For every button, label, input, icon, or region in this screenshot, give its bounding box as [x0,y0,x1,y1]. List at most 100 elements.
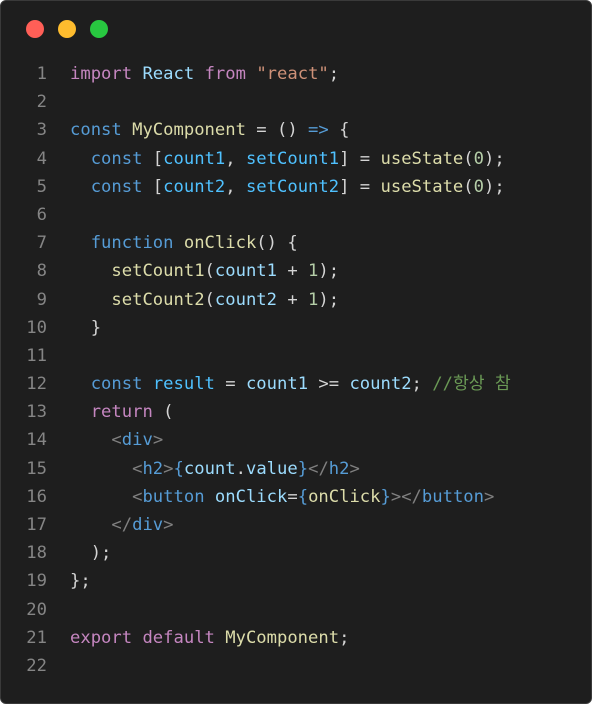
code-text: ); [70,539,112,567]
code-token: useState [380,148,464,169]
code-token: ( [204,289,215,310]
code-token: const [70,120,122,141]
code-line: 2 [1,88,591,116]
code-token: default [142,627,215,648]
code-token: useState [380,176,464,197]
code-text: const MyComponent = () => { [70,116,349,144]
line-number: 5 [36,176,47,197]
code-token: setCount1 [111,261,205,282]
line-number: 4 [36,148,47,169]
line-number: 8 [36,261,47,282]
line-number: 22 [26,655,47,676]
code-token: count1 [245,374,309,395]
code-token: setCount1 [245,148,340,169]
line-number: 7 [36,233,47,254]
line-number: 6 [36,204,47,225]
code-line: 12 const result = count1 >= count2; //항상… [1,370,591,398]
code-token: < [111,430,122,451]
code-token: } [297,458,309,479]
code-token: ; [328,64,340,84]
code-token: function [90,233,174,254]
zoom-button[interactable] [90,20,108,38]
line-number: 11 [26,345,47,366]
code-line: 15 <h2>{count.value}</h2> [1,455,591,483]
code-token: value [245,458,298,479]
line-number: 14 [26,430,47,451]
code-text: <div> [70,426,163,454]
code-token: const [90,176,143,197]
code-token: = [214,374,246,395]
code-line: 21 export default MyComponent; [1,624,591,652]
code-token: 0 [473,148,485,169]
code-token: > [152,430,164,451]
code-text: }; [70,567,91,595]
line-number: 21 [26,627,47,648]
code-token: ); [318,261,340,282]
close-button[interactable] [26,20,44,38]
line-number: 13 [26,402,47,423]
minimize-button[interactable] [58,20,76,38]
code-text: </div> [70,511,173,539]
code-token: { [173,458,184,479]
window-controls [26,20,108,38]
code-line: 22 [1,652,591,680]
code-token: , [225,176,246,197]
code-token: [ [142,148,164,169]
code-token: div [121,430,153,451]
code-token: ); [318,289,340,310]
code-text: setCount2(count2 + 1); [70,286,339,314]
line-number: 20 [26,599,47,620]
code-token: > [484,486,495,507]
line-number: 19 [26,571,47,592]
code-token: 0 [473,176,485,197]
code-token: count1 [214,261,277,282]
line-number: 17 [26,515,47,535]
code-line: 4 const [count1, setCount1] = useState(0… [1,145,591,173]
code-token: setCount2 [245,176,340,197]
line-number: 2 [36,92,47,113]
code-token: ></ [390,486,422,507]
code-line: 7 function onClick() { [1,229,591,257]
code-window: 1 import React from "react"; 2 3 const MyCom… [0,0,592,704]
code-token: from [204,64,246,84]
code-line: 14 <div> [1,426,591,454]
code-text: export default MyComponent; [70,624,349,652]
code-token: { [328,120,350,141]
code-token: = [287,486,298,507]
code-token: ] = [339,176,381,197]
code-block: 1 import React from "react"; 2 3 const MyCom… [1,60,591,680]
code-line: 6 [1,201,591,229]
code-token: //항상 참 [432,374,511,395]
code-line: 9 setCount2(count2 + 1); [1,286,591,314]
code-line: 5 const [count2, setCount2] = useState(0… [1,173,591,201]
code-token: "react" [256,64,329,84]
code-text: setCount1(count1 + 1); [70,257,339,285]
line-number: 16 [26,486,47,507]
code-token: ( [152,402,174,423]
code-token: count [183,458,236,479]
code-token: ); [484,176,505,197]
code-token: { [297,486,309,507]
code-token: ( [463,148,474,169]
code-token: => [308,120,329,141]
code-token: ( [204,261,215,282]
code-text: const [count2, setCount2] = useState(0); [70,173,505,201]
code-line: 20 [1,596,591,624]
code-token: button [142,486,205,507]
code-token: return [90,402,153,423]
code-token: ] = [339,148,381,169]
code-text: <button onClick={onClick}></button> [70,483,494,511]
code-token: 1 [308,261,319,282]
